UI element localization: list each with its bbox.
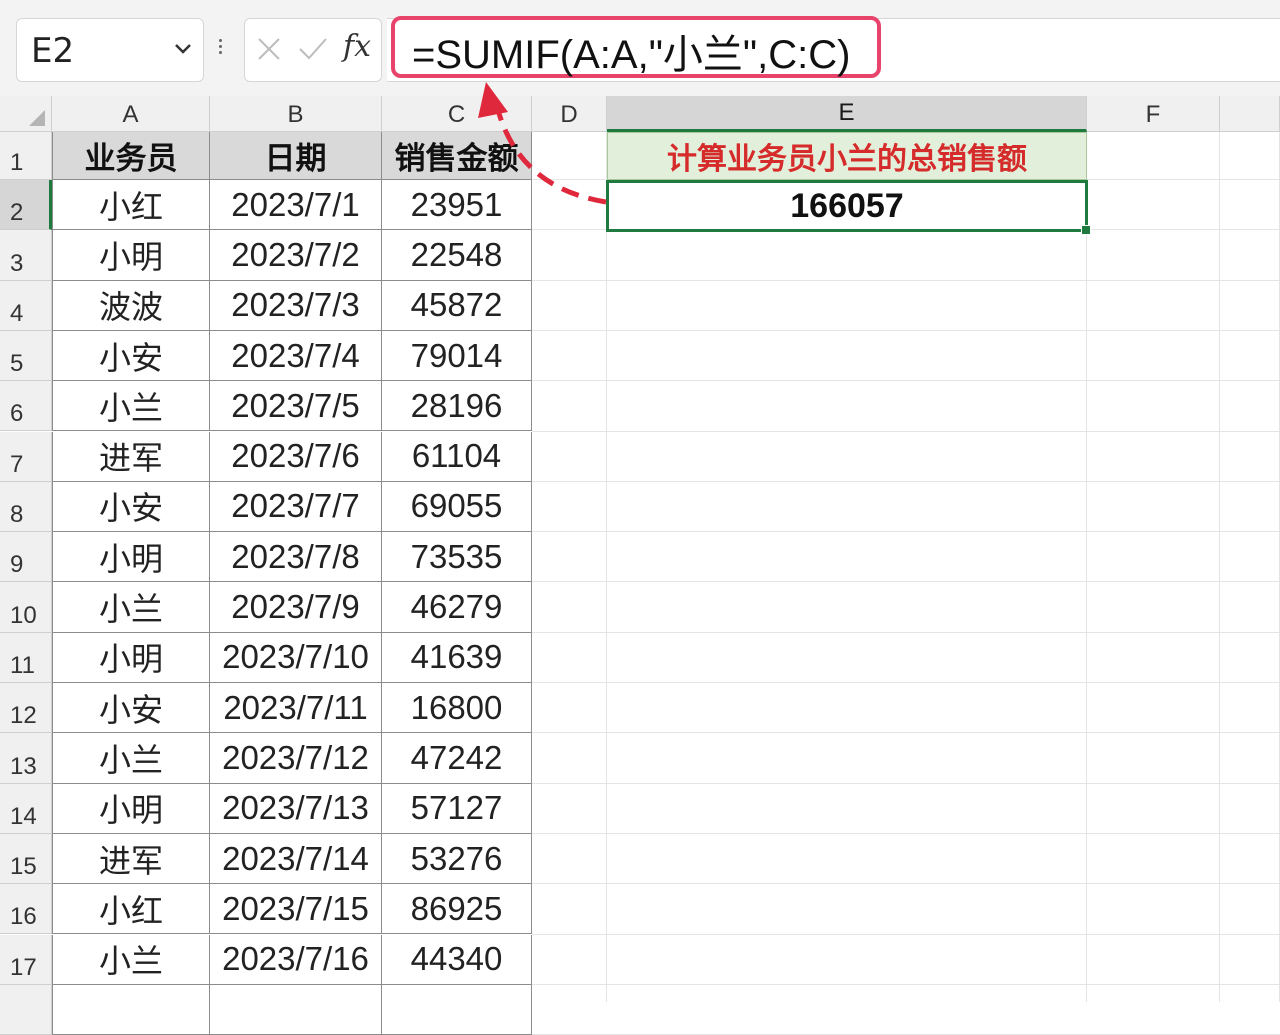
annotation-arrow — [478, 82, 607, 205]
